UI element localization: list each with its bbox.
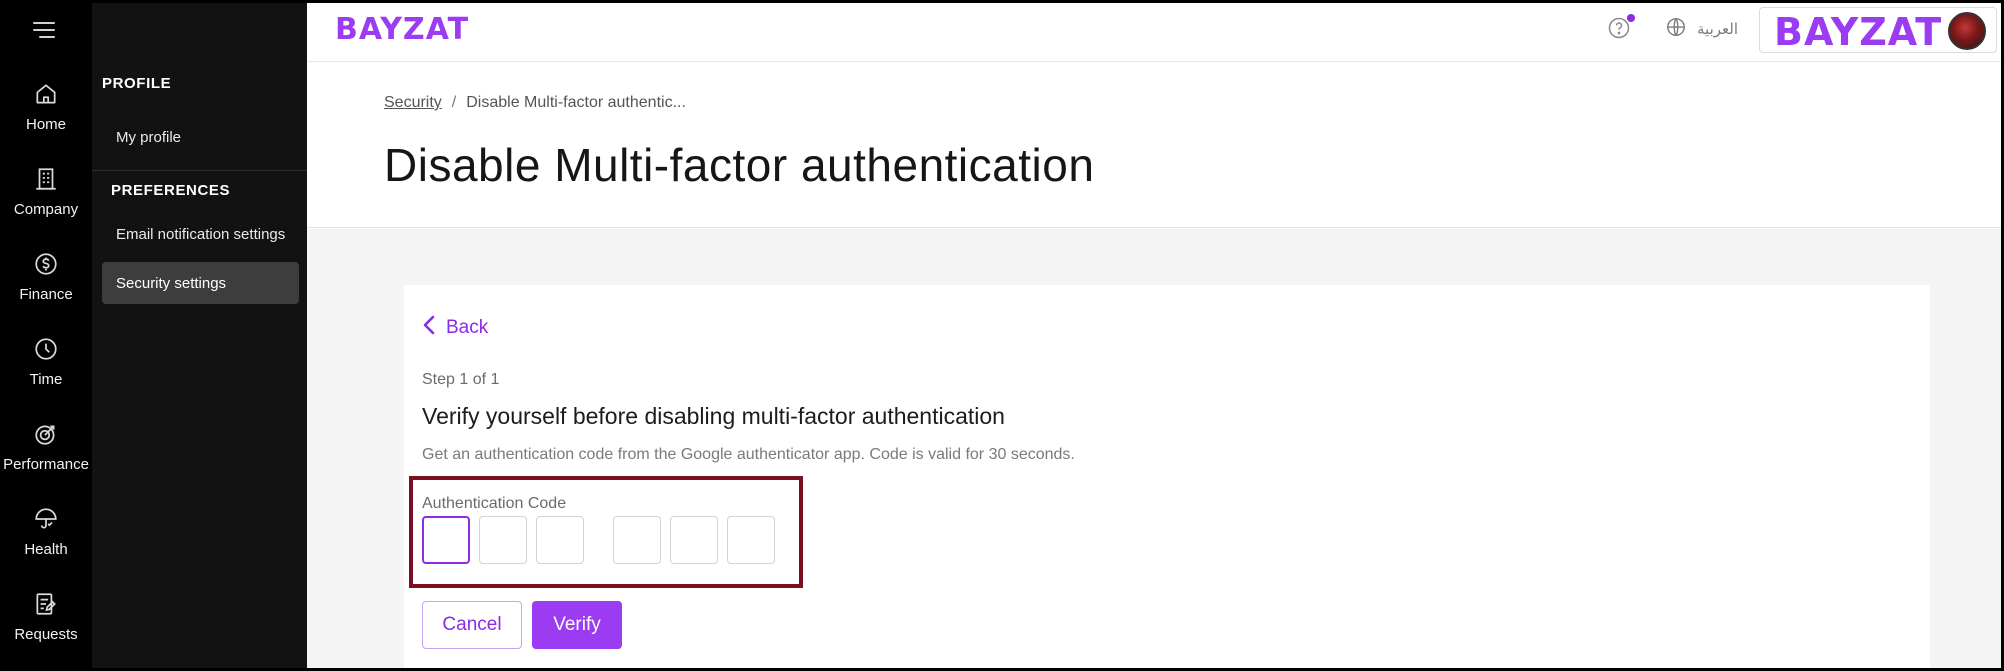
nav-health-label: Health — [24, 541, 68, 558]
authentication-code-label: Authentication Code — [422, 495, 567, 512]
umbrella-icon — [32, 505, 60, 533]
settings-sidebar: PROFILE My profile PREFERENCES Email not… — [92, 0, 307, 671]
bayzat-logo[interactable]: BAYZAT — [335, 12, 469, 47]
nav-performance-label: Performance — [3, 456, 89, 473]
notification-dot — [1627, 14, 1635, 22]
code-digit-6[interactable] — [727, 516, 775, 564]
building-icon — [32, 165, 60, 193]
nav-time-label: Time — [29, 371, 63, 388]
nav-finance-label: Finance — [19, 286, 73, 303]
company-logo: BAYZAT — [1774, 10, 1943, 54]
nav-company-label: Company — [13, 201, 79, 218]
breadcrumb-current: Disable Multi-factor authentic... — [466, 94, 686, 111]
clock-icon — [32, 335, 60, 363]
globe-icon — [1665, 16, 1687, 42]
company-switcher[interactable]: BAYZAT — [1759, 7, 1997, 54]
preferences-section-title: PREFERENCES — [111, 182, 231, 199]
sidebar-divider — [92, 170, 307, 171]
nav-performance[interactable]: Performance — [0, 420, 92, 500]
main-content: Back Step 1 of 1 Verify yourself before … — [307, 229, 2004, 671]
code-digit-1[interactable] — [422, 516, 470, 564]
nav-time[interactable]: Time — [0, 335, 92, 415]
nav-health[interactable]: Health — [0, 505, 92, 585]
sidebar-item-security-settings[interactable]: Security settings — [102, 262, 299, 304]
language-label: العربية — [1697, 21, 1738, 38]
verification-card: Back Step 1 of 1 Verify yourself before … — [404, 285, 1930, 671]
primary-nav-rail: Home Company Finance Time Performance He… — [0, 0, 92, 671]
language-switcher[interactable]: العربية — [1665, 16, 1738, 42]
code-digit-3[interactable] — [536, 516, 584, 564]
home-icon — [32, 80, 60, 108]
back-label: Back — [446, 317, 489, 338]
sidebar-item-email-notification-settings[interactable]: Email notification settings — [102, 213, 299, 255]
page-header: Security / Disable Multi-factor authenti… — [307, 62, 2004, 228]
code-digit-4[interactable] — [613, 516, 661, 564]
code-digit-5[interactable] — [670, 516, 718, 564]
code-digit-2[interactable] — [479, 516, 527, 564]
breadcrumb: Security / Disable Multi-factor authenti… — [384, 94, 686, 112]
card-title: Verify yourself before disabling multi-f… — [422, 403, 1005, 429]
nav-company[interactable]: Company — [0, 165, 92, 245]
top-bar: BAYZAT العربية BAYZAT — [307, 0, 2004, 62]
nav-home[interactable]: Home — [0, 80, 92, 160]
cancel-button[interactable]: Cancel — [422, 601, 522, 649]
step-indicator: Step 1 of 1 — [422, 371, 500, 388]
sidebar-item-my-profile[interactable]: My profile — [102, 116, 299, 158]
nav-home-label: Home — [25, 116, 66, 133]
nav-finance[interactable]: Finance — [0, 250, 92, 330]
help-button[interactable] — [1607, 14, 1635, 44]
breadcrumb-security-link[interactable]: Security — [384, 94, 442, 112]
target-icon — [32, 420, 60, 448]
profile-section-title: PROFILE — [102, 75, 172, 92]
dollar-circle-icon — [32, 250, 60, 278]
request-form-icon — [32, 590, 60, 618]
verify-button[interactable]: Verify — [532, 601, 622, 649]
nav-requests[interactable]: Requests — [0, 590, 92, 670]
avatar[interactable] — [1948, 12, 1986, 50]
hamburger-icon[interactable] — [32, 20, 56, 40]
breadcrumb-separator: / — [451, 94, 457, 111]
help-circle-icon — [1607, 17, 1631, 44]
card-description: Get an authentication code from the Goog… — [422, 446, 1075, 463]
nav-requests-label: Requests — [14, 626, 78, 643]
page-title: Disable Multi-factor authentication — [384, 139, 1095, 191]
back-link[interactable]: Back — [422, 315, 488, 341]
chevron-left-icon — [422, 315, 436, 341]
